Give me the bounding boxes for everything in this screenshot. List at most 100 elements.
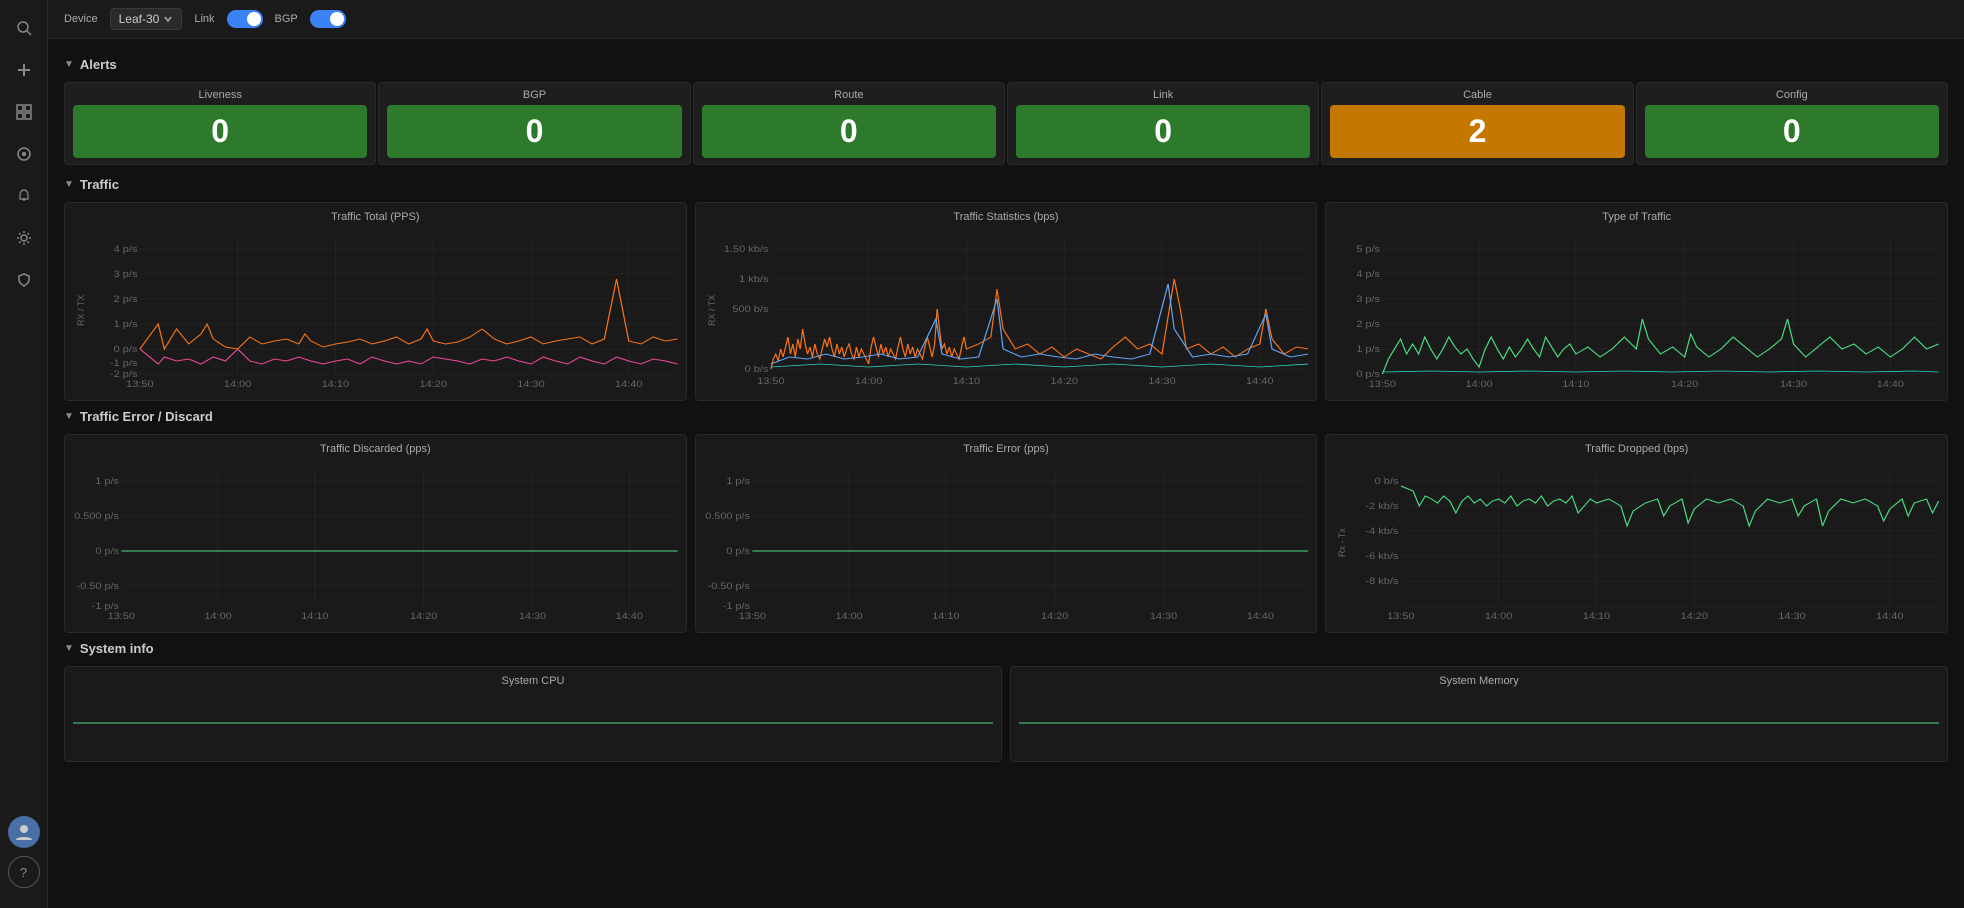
- svg-text:1 p/s: 1 p/s: [726, 477, 750, 487]
- chart-traffic-dropped: Traffic Dropped (bps) Rx - Tx: [1325, 434, 1948, 633]
- svg-text:14:20: 14:20: [419, 380, 447, 389]
- alerts-chevron: ▼: [64, 59, 74, 70]
- traffic-title: Traffic: [80, 177, 119, 192]
- chart-traffic-discarded-title: Traffic Discarded (pps): [73, 443, 678, 455]
- svg-text:0 p/s: 0 p/s: [95, 547, 119, 557]
- link-label: Link: [194, 13, 214, 25]
- svg-text:-1 p/s: -1 p/s: [722, 602, 749, 612]
- svg-text:500 b/s: 500 b/s: [732, 305, 768, 315]
- alert-card-liveness[interactable]: Liveness 0: [64, 82, 376, 165]
- main-content: Device Leaf-30 Link BGP ▼ Alerts Livenes…: [48, 0, 1964, 908]
- traffic-error-section-header: ▼ Traffic Error / Discard: [64, 409, 1948, 424]
- alert-card-bgp[interactable]: BGP 0: [378, 82, 690, 165]
- svg-text:1 kb/s: 1 kb/s: [739, 275, 768, 285]
- gear-icon[interactable]: [6, 220, 42, 256]
- alert-liveness-value: 0: [73, 105, 367, 158]
- alert-card-link[interactable]: Link 0: [1007, 82, 1319, 165]
- compass-icon[interactable]: [6, 136, 42, 172]
- traffic-error-chart-inner: 1 p/s 0.500 p/s 0 p/s -0.50 p/s -1 p/s 1…: [704, 461, 1309, 624]
- alerts-section-header: ▼ Alerts: [64, 57, 1948, 72]
- alert-card-route[interactable]: Route 0: [693, 82, 1005, 165]
- chart-system-memory: System Memory: [1010, 666, 1948, 762]
- chart-system-cpu: System CPU: [64, 666, 1002, 762]
- alert-link-label: Link: [1016, 89, 1310, 101]
- alert-config-value: 0: [1645, 105, 1939, 158]
- svg-text:13:50: 13:50: [126, 380, 154, 389]
- device-dropdown[interactable]: Leaf-30: [110, 8, 183, 30]
- traffic-total-y-label: RX / TX: [73, 229, 89, 392]
- svg-text:14:30: 14:30: [519, 612, 547, 621]
- alert-cable-label: Cable: [1330, 89, 1624, 101]
- traffic-stats-y-label: RX / TX: [704, 229, 720, 392]
- chart-system-memory-title: System Memory: [1019, 675, 1939, 687]
- svg-text:-4 kb/s: -4 kb/s: [1366, 527, 1399, 537]
- svg-text:14:10: 14:10: [1583, 612, 1611, 621]
- traffic-dropped-chart-inner: 0 b/s -2 kb/s -4 kb/s -6 kb/s -8 kb/s 13…: [1352, 461, 1939, 624]
- shield-icon[interactable]: [6, 262, 42, 298]
- chart-traffic-error-title: Traffic Error (pps): [704, 443, 1309, 455]
- svg-text:14:40: 14:40: [1877, 380, 1905, 389]
- svg-text:14:40: 14:40: [616, 612, 644, 621]
- search-icon[interactable]: [6, 10, 42, 46]
- svg-text:14:20: 14:20: [1050, 377, 1078, 387]
- chart-traffic-stats-title: Traffic Statistics (bps): [704, 211, 1309, 223]
- traffic-section-header: ▼ Traffic: [64, 177, 1948, 192]
- svg-text:14:20: 14:20: [1671, 380, 1699, 389]
- chart-traffic-dropped-title: Traffic Dropped (bps): [1334, 443, 1939, 455]
- svg-text:14:10: 14:10: [322, 380, 350, 389]
- svg-text:14:10: 14:10: [932, 612, 960, 621]
- svg-text:14:40: 14:40: [1876, 612, 1904, 621]
- traffic-chevron: ▼: [64, 179, 74, 190]
- svg-text:4 p/s: 4 p/s: [114, 245, 138, 255]
- chart-traffic-total-title: Traffic Total (PPS): [73, 211, 678, 223]
- grid-icon[interactable]: [6, 94, 42, 130]
- alert-route-value: 0: [702, 105, 996, 158]
- svg-text:0.500 p/s: 0.500 p/s: [74, 512, 119, 522]
- plus-icon[interactable]: [6, 52, 42, 88]
- system-info-section-header: ▼ System info: [64, 641, 1948, 656]
- traffic-dropped-y-label: Rx - Tx: [1334, 461, 1350, 624]
- chart-system-cpu-title: System CPU: [73, 675, 993, 687]
- system-info-charts-grid: System CPU System Memory: [64, 666, 1948, 762]
- svg-text:14:30: 14:30: [1780, 380, 1808, 389]
- content-area: ▼ Alerts Liveness 0 BGP 0 Route 0 Link 0: [48, 39, 1964, 772]
- alert-card-cable[interactable]: Cable 2: [1321, 82, 1633, 165]
- traffic-error-title: Traffic Error / Discard: [80, 409, 213, 424]
- traffic-total-chart-inner: 4 p/s 3 p/s 2 p/s 1 p/s 0 p/s -1 p/s -2 …: [91, 229, 678, 392]
- alert-card-config[interactable]: Config 0: [1636, 82, 1948, 165]
- svg-text:14:00: 14:00: [1466, 380, 1494, 389]
- alert-link-value: 0: [1016, 105, 1310, 158]
- svg-text:14:30: 14:30: [1150, 612, 1178, 621]
- bell-icon[interactable]: [6, 178, 42, 214]
- svg-text:14:00: 14:00: [835, 612, 863, 621]
- svg-text:3 p/s: 3 p/s: [1357, 295, 1381, 305]
- help-icon[interactable]: ?: [8, 856, 40, 888]
- svg-text:1 p/s: 1 p/s: [114, 320, 138, 330]
- alerts-title: Alerts: [80, 57, 117, 72]
- svg-text:1 p/s: 1 p/s: [1357, 345, 1381, 355]
- link-toggle[interactable]: [227, 10, 263, 28]
- chart-traffic-type-title: Type of Traffic: [1334, 211, 1939, 223]
- svg-text:-2 p/s: -2 p/s: [110, 370, 137, 380]
- system-info-title: System info: [80, 641, 154, 656]
- bgp-toggle[interactable]: [310, 10, 346, 28]
- svg-text:2 p/s: 2 p/s: [114, 295, 138, 305]
- svg-text:14:10: 14:10: [301, 612, 329, 621]
- alert-bgp-label: BGP: [387, 89, 681, 101]
- alert-cable-value: 2: [1330, 105, 1624, 158]
- alert-liveness-label: Liveness: [73, 89, 367, 101]
- svg-text:14:30: 14:30: [517, 380, 545, 389]
- alerts-grid: Liveness 0 BGP 0 Route 0 Link 0 Cable 2 …: [64, 82, 1948, 165]
- traffic-type-chart-inner: 5 p/s 4 p/s 3 p/s 2 p/s 1 p/s 0 p/s 13:5…: [1334, 229, 1939, 392]
- chart-traffic-type: Type of Traffic 5 p/s: [1325, 202, 1948, 401]
- traffic-discarded-chart-inner: 1 p/s 0.500 p/s 0 p/s -0.50 p/s -1 p/s 1…: [73, 461, 678, 624]
- avatar[interactable]: [8, 816, 40, 848]
- svg-text:14:00: 14:00: [1485, 612, 1513, 621]
- svg-text:14:40: 14:40: [1246, 612, 1274, 621]
- traffic-error-charts-grid: Traffic Discarded (pps) 1 p/s 0.500 p/s: [64, 434, 1948, 633]
- svg-text:-2 kb/s: -2 kb/s: [1366, 502, 1399, 512]
- svg-text:14:30: 14:30: [1148, 377, 1176, 387]
- svg-text:-6 kb/s: -6 kb/s: [1366, 552, 1399, 562]
- svg-text:14:00: 14:00: [855, 377, 883, 387]
- alert-config-label: Config: [1645, 89, 1939, 101]
